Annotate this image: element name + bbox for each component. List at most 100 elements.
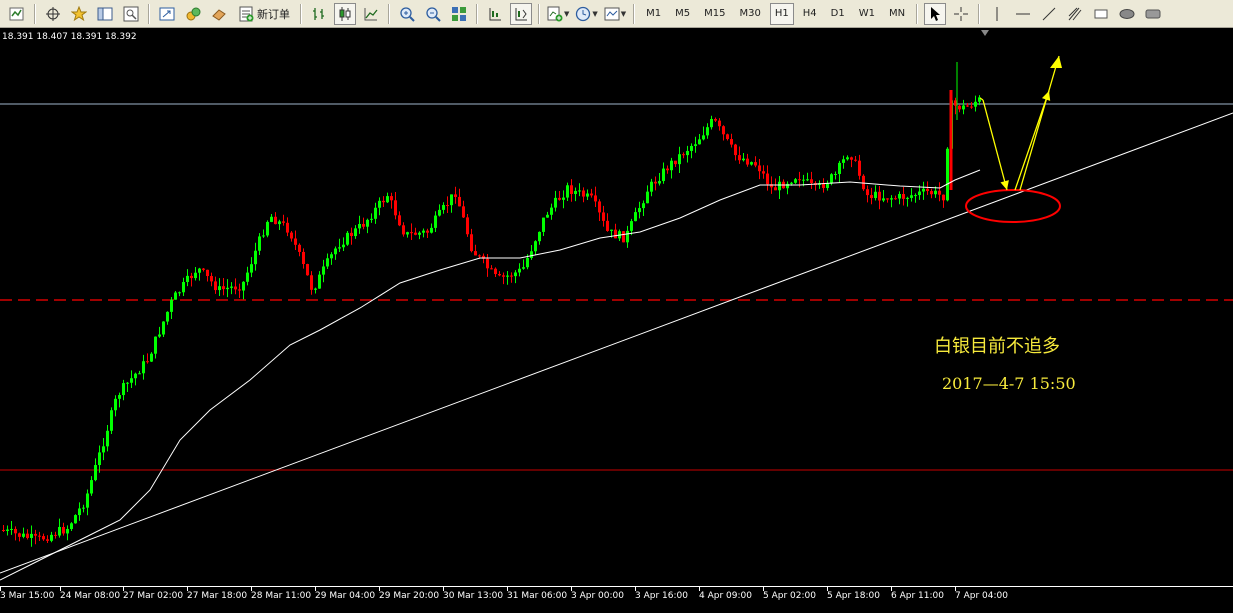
experts-button[interactable] [182,3,204,25]
bar-chart-button[interactable] [308,3,330,25]
chart-canvas[interactable] [0,28,1233,609]
candle-body [54,534,57,536]
zoom-out-button[interactable] [422,3,444,25]
new-order-button[interactable]: 新订单 [234,3,294,25]
label-button[interactable] [1142,3,1164,25]
candle-body [534,241,537,252]
candle-body [634,212,637,222]
candle-body [718,120,721,127]
candle-body [274,216,277,225]
candle-body [894,198,897,200]
vertical-line-button[interactable] [986,3,1008,25]
toolbar-separator [633,3,636,24]
candle-body [602,212,605,221]
price-chart[interactable] [0,28,1233,609]
new-chart-button[interactable] [6,3,28,25]
candle-body [522,267,525,269]
cursor-button[interactable] [924,2,947,25]
tile-windows-icon [451,6,467,22]
timeframe-m5-button[interactable]: M5 [670,3,695,25]
candle-body [182,282,185,293]
candle-body [598,201,601,213]
ellipse-button[interactable] [1116,3,1138,25]
candle-body [902,194,905,199]
time-axis-label: 30 Mar 13:00 [443,591,504,601]
auto-scroll-button[interactable] [484,3,506,25]
favorites-button[interactable] [68,3,90,25]
candle-body [582,190,585,197]
annotation-time: 2017—4-7 15:50 [942,374,1076,393]
candle-body [266,221,269,236]
templates-button[interactable]: ▼ [603,3,627,25]
indicators-button[interactable]: ▼ [546,3,570,25]
candle-body [878,191,881,201]
fullscreen-button[interactable] [156,3,178,25]
candle-body [974,101,977,107]
timeframe-m15-button[interactable]: M15 [699,3,730,25]
timeframe-d1-button[interactable]: D1 [826,3,850,25]
line-chart-button[interactable] [360,3,382,25]
candle-body [562,197,565,200]
candle-body [194,272,197,279]
timeframe-m1-button[interactable]: M1 [641,3,666,25]
chevron-down-icon: ▼ [592,9,598,18]
history-button[interactable] [208,3,230,25]
candle-body [394,200,397,216]
candle-body [342,244,345,248]
crosshair-button[interactable] [950,3,972,25]
candle-body [666,168,669,171]
candle-body [694,144,697,146]
candle-body [378,200,381,208]
tile-windows-button[interactable] [448,3,470,25]
candle-body [494,268,497,275]
candle-body [834,173,837,175]
crosshair-move-button[interactable] [42,3,64,25]
chart-shift-button[interactable] [510,2,532,25]
zoom-in-button[interactable] [396,3,418,25]
bar-chart-icon [311,6,327,22]
time-axis-label: 24 Mar 08:00 [60,591,121,601]
candle-body [614,229,617,239]
candle-body [110,410,113,431]
horizontal-line-button[interactable] [1012,3,1034,25]
time-axis-label: 31 Mar 06:00 [507,591,568,601]
candle-body [446,205,449,207]
periods-button[interactable]: ▼ [574,3,598,25]
fibonacci-button[interactable] [1064,3,1086,25]
trendline-button[interactable] [1038,3,1060,25]
candle-body [426,230,429,233]
text-button[interactable] [1090,3,1112,25]
candle-body [970,106,973,108]
timeframe-h1-button[interactable]: H1 [769,2,794,25]
candle-body [514,272,517,277]
candle-body [846,157,849,160]
candle-body [434,215,437,228]
timeframe-m30-button[interactable]: M30 [735,3,766,25]
candle-body [758,165,761,172]
timeframe-mn-button[interactable]: MN [884,3,910,25]
candle-body [930,191,933,195]
candle-body [554,197,557,208]
new-order-label: 新订单 [257,7,290,21]
candle-body [106,430,109,447]
candle-body [370,218,373,220]
candle-body [6,529,9,531]
candle-body [486,258,489,269]
candle-body [670,160,673,171]
candle-body [418,232,421,235]
timeframe-bar: M1 M5 M15 M30 H1 H4 D1 W1 MN [639,2,912,25]
toolbar-separator [476,3,478,24]
candle-body [762,171,765,174]
timeframe-w1-button[interactable]: W1 [854,3,880,25]
candlestick-button[interactable] [334,2,356,25]
terminal-button[interactable] [120,3,142,25]
timeframe-h4-button[interactable]: H4 [798,3,822,25]
candle-body [574,190,577,194]
candle-body [438,209,441,216]
navigator-button[interactable] [94,3,116,25]
up-arrow-secondary [1019,55,1060,191]
candle-body [658,181,661,184]
toolbar-separator [388,3,390,24]
candle-body [150,353,153,362]
candle-body [570,185,573,194]
